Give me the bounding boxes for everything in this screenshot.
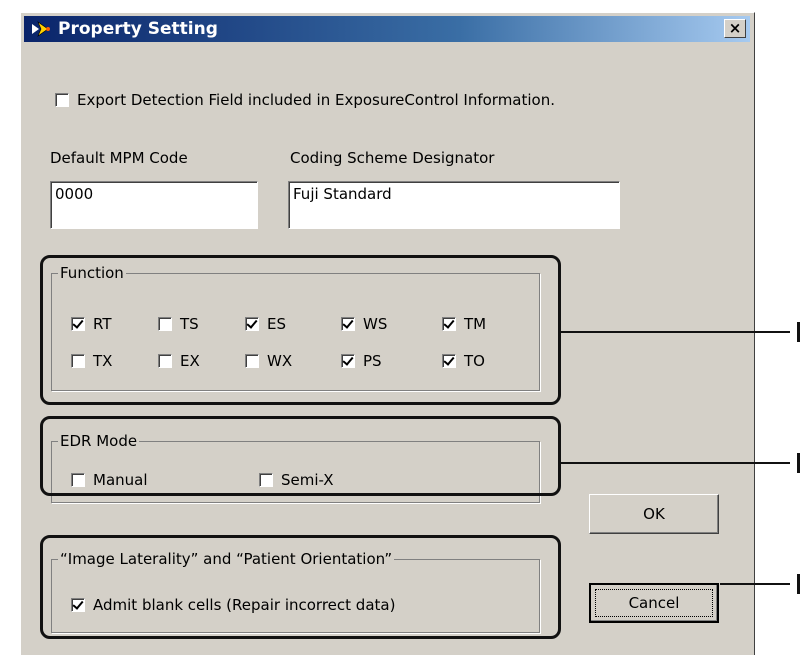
edr-callout-marker — [797, 453, 800, 473]
edr-mode-highlight — [40, 416, 561, 496]
app-icon — [32, 21, 50, 37]
laterality-callout-line — [720, 583, 790, 585]
window-title: Property Setting — [58, 19, 218, 39]
function-callout-marker — [797, 322, 800, 342]
export-detection-label: Export Detection Field included in Expos… — [77, 91, 556, 109]
laterality-callout-marker — [797, 574, 800, 594]
coding-scheme-designator-field[interactable]: Fuji Standard — [288, 181, 620, 229]
function-highlight — [40, 255, 561, 405]
cancel-button[interactable]: Cancel — [589, 583, 719, 623]
coding-scheme-designator-label: Coding Scheme Designator — [290, 149, 495, 167]
default-mpm-code-field[interactable]: 0000 — [50, 181, 258, 229]
close-button[interactable]: × — [724, 19, 746, 38]
ok-button[interactable]: OK — [589, 494, 719, 534]
title-bar[interactable]: Property Setting × — [24, 16, 750, 42]
export-detection-field-option[interactable]: Export Detection Field included in Expos… — [55, 91, 555, 109]
export-detection-checkbox[interactable] — [55, 93, 69, 107]
close-icon: × — [728, 19, 742, 37]
focus-rectangle — [595, 589, 713, 617]
laterality-highlight — [40, 535, 561, 639]
function-callout-line — [561, 331, 790, 333]
default-mpm-code-label: Default MPM Code — [50, 149, 188, 167]
edr-callout-line — [561, 462, 790, 464]
ok-button-label: OK — [643, 505, 665, 523]
